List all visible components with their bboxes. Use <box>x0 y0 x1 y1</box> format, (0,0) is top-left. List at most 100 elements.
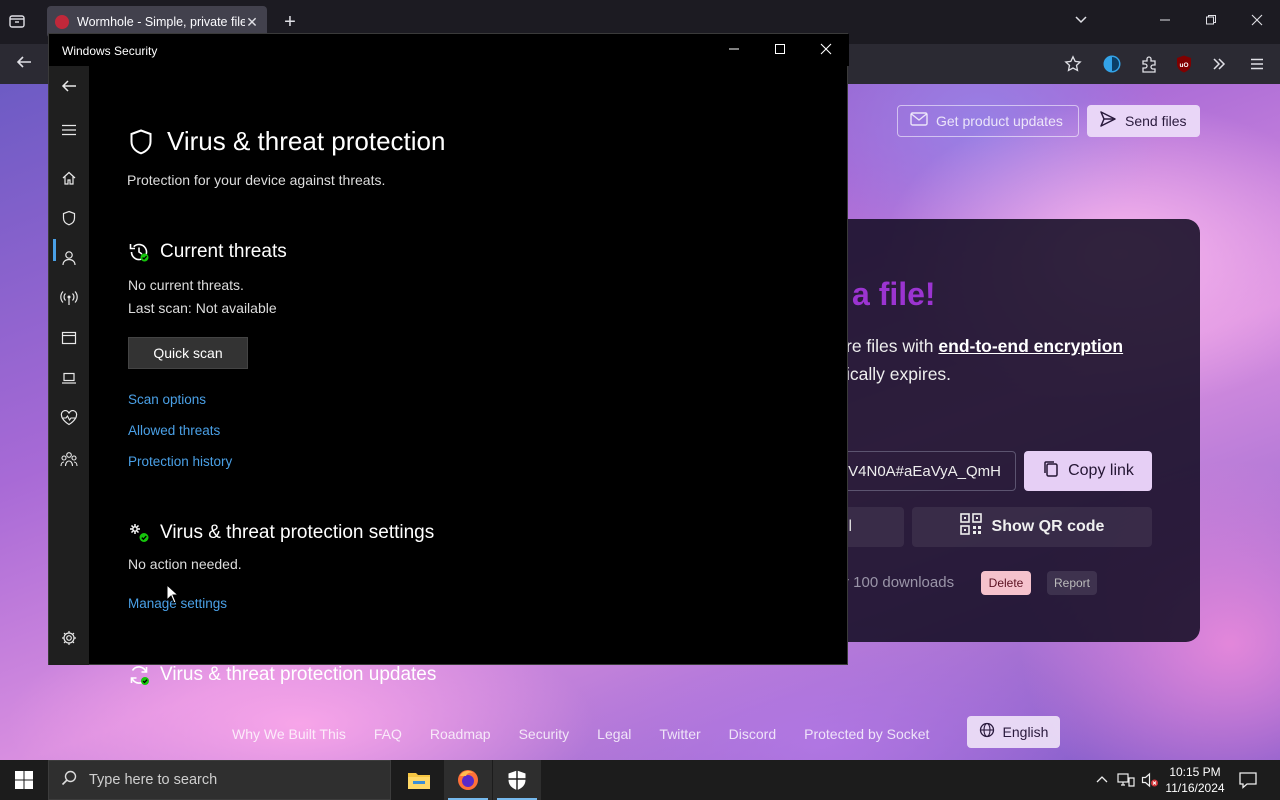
share-description-line-2: ically expires. <box>846 364 952 384</box>
download-limit-text: r 100 downloads <box>844 574 955 591</box>
close-window-button[interactable] <box>816 40 836 60</box>
file-explorer-taskbar-button[interactable] <box>395 760 443 800</box>
windows-security-titlebar: Windows Security <box>49 34 849 66</box>
update-refresh-icon <box>128 664 150 686</box>
browser-restore-button[interactable] <box>1200 10 1222 32</box>
protection-updates-title: Virus & threat protection updates <box>160 664 437 685</box>
settings-gear-icon[interactable] <box>57 626 81 650</box>
app-browser-control-icon[interactable] <box>57 326 81 350</box>
ublock-origin-icon[interactable]: uO <box>1173 53 1195 75</box>
language-selector-button[interactable]: English <box>967 716 1060 748</box>
security-sidebar <box>49 66 89 665</box>
extensions-puzzle-icon[interactable] <box>1138 53 1160 75</box>
footer-link-twitter[interactable]: Twitter <box>659 726 700 742</box>
firefox-icon <box>458 770 478 790</box>
back-arrow-icon[interactable] <box>57 74 81 98</box>
quick-scan-button[interactable]: Quick scan <box>128 337 248 369</box>
send-files-label: Send files <box>1125 113 1187 129</box>
browser-close-button[interactable] <box>1246 10 1268 32</box>
shield-icon[interactable] <box>57 206 81 230</box>
shield-title-icon <box>127 128 155 156</box>
home-icon[interactable] <box>57 166 81 190</box>
protection-settings-heading: Virus & threat protection settings <box>128 522 434 544</box>
extension-blue-icon[interactable] <box>1101 53 1123 75</box>
copy-link-button[interactable]: Copy link <box>1024 451 1152 491</box>
new-tab-button[interactable]: + <box>280 11 300 33</box>
page-title-text: Virus & threat protection <box>167 126 446 156</box>
delete-button[interactable]: Delete <box>981 571 1031 595</box>
settings-status-text: No action needed. <box>128 556 242 572</box>
hamburger-menu-icon[interactable] <box>1246 53 1268 75</box>
show-qr-code-button[interactable]: Show QR code <box>912 507 1152 547</box>
clock-date: 11/16/2024 <box>1165 781 1225 795</box>
family-options-icon[interactable] <box>57 447 81 471</box>
language-label: English <box>1002 724 1049 740</box>
get-product-updates-label: Get product updates <box>936 113 1063 129</box>
windows-security-window: Windows Security Virus & threat protecti… <box>48 33 849 685</box>
allowed-threats-link[interactable]: Allowed threats <box>128 423 220 438</box>
globe-icon <box>979 722 995 742</box>
settings-gears-icon <box>128 522 150 544</box>
network-icon[interactable] <box>1117 771 1135 789</box>
list-all-tabs-chevron-icon[interactable] <box>1070 10 1092 32</box>
current-threats-heading: Current threats <box>128 241 287 263</box>
maximize-button[interactable] <box>770 40 790 60</box>
notification-center-icon[interactable] <box>1238 770 1258 790</box>
tab-list-icon[interactable] <box>8 12 30 32</box>
folder-icon <box>408 773 430 789</box>
windows-security-taskbar-button[interactable] <box>493 760 541 800</box>
protection-settings-title: Virus & threat protection settings <box>160 522 435 543</box>
footer-link-faq[interactable]: FAQ <box>374 726 402 742</box>
tab-title: Wormhole - Simple, private file <box>77 15 245 29</box>
device-security-laptop-icon[interactable] <box>57 366 81 390</box>
close-tab-icon[interactable]: ✕ <box>245 14 259 31</box>
share-link-field[interactable]: V4N0A#aEaVyA_QmH <box>830 451 1016 491</box>
protection-updates-heading: Virus & threat protection updates <box>128 664 436 686</box>
send-files-button[interactable]: Send files <box>1087 105 1200 137</box>
page-footer: Why We Built This FAQ Roadmap Security L… <box>232 722 957 746</box>
show-qr-code-label: Show QR code <box>991 518 1105 535</box>
scan-options-link[interactable]: Scan options <box>128 392 206 407</box>
security-shield-icon <box>508 770 526 790</box>
overflow-chevrons-icon[interactable] <box>1208 53 1230 75</box>
copy-icon <box>1042 460 1060 483</box>
windows-start-icon[interactable] <box>14 770 34 790</box>
health-heart-icon[interactable] <box>57 406 81 430</box>
protection-history-link[interactable]: Protection history <box>128 454 232 469</box>
network-antenna-icon[interactable] <box>57 286 81 310</box>
footer-link-roadmap[interactable]: Roadmap <box>430 726 491 742</box>
account-person-icon[interactable] <box>57 246 81 270</box>
volume-muted-icon[interactable] <box>1141 771 1159 789</box>
get-product-updates-button[interactable]: Get product updates <box>897 105 1079 137</box>
mouse-cursor-icon <box>166 583 180 604</box>
search-icon <box>61 770 77 791</box>
mail-icon <box>910 112 928 130</box>
footer-link-security[interactable]: Security <box>519 726 570 742</box>
threat-status-text: No current threats. <box>128 277 244 293</box>
footer-link-discord[interactable]: Discord <box>729 726 776 742</box>
description-text: re files with <box>846 336 939 356</box>
footer-link-why-we-built-this[interactable]: Why We Built This <box>232 726 346 742</box>
share-headline: a file! <box>852 276 936 312</box>
footer-link-protected-by-socket[interactable]: Protected by Socket <box>804 726 929 742</box>
bookmark-star-icon[interactable] <box>1062 53 1084 75</box>
copy-link-label: Copy link <box>1068 462 1134 479</box>
footer-link-legal[interactable]: Legal <box>597 726 631 742</box>
taskbar-clock[interactable]: 10:15 PM 11/16/2024 <box>1162 764 1228 796</box>
hamburger-icon[interactable] <box>57 118 81 142</box>
send-icon <box>1099 110 1117 132</box>
minimize-button[interactable] <box>724 40 744 60</box>
taskbar-search-box[interactable]: Type here to search <box>48 760 391 800</box>
page-subtitle: Protection for your device against threa… <box>127 172 386 188</box>
last-scan-text: Last scan: Not available <box>128 300 277 316</box>
browser-back-icon[interactable] <box>12 53 36 75</box>
svg-text:uO: uO <box>1179 62 1188 69</box>
firefox-taskbar-button[interactable] <box>444 760 492 800</box>
security-content: Virus & threat protection Protection for… <box>89 66 847 685</box>
report-button[interactable]: Report <box>1047 571 1097 595</box>
show-hidden-icons-chevron-icon[interactable] <box>1093 771 1111 789</box>
e2e-encryption-link[interactable]: end-to-end encryption <box>938 336 1123 356</box>
browser-minimize-button[interactable] <box>1154 10 1176 32</box>
qr-code-icon <box>959 513 982 541</box>
share-description-line-1: re files with end-to-end encryption <box>846 336 1123 357</box>
